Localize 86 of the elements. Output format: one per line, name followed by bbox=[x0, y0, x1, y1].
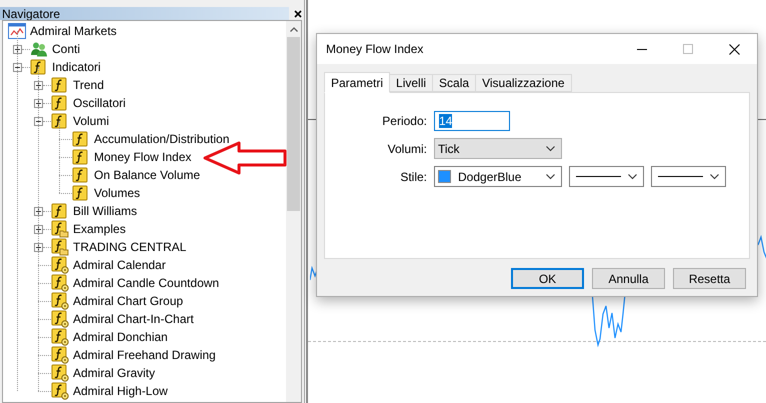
expander-toggle[interactable] bbox=[13, 62, 22, 72]
tree-item[interactable]: Admiral Candle Countdown bbox=[73, 275, 220, 291]
function-icon bbox=[72, 185, 88, 201]
tab[interactable]: Parametri bbox=[324, 72, 390, 93]
expander-toggle[interactable] bbox=[13, 44, 22, 54]
volume-dropdown[interactable]: Tick bbox=[434, 138, 562, 159]
tree-item[interactable]: Conti bbox=[52, 41, 80, 57]
close-icon bbox=[728, 44, 740, 54]
window-title: Money Flow Index bbox=[326, 41, 424, 58]
plus-icon bbox=[36, 226, 41, 232]
function-icon bbox=[51, 77, 67, 93]
plus-icon bbox=[15, 46, 20, 52]
function-icon bbox=[51, 95, 67, 111]
tree-item[interactable]: Admiral Calendar bbox=[73, 257, 166, 273]
tree-item[interactable]: Money Flow Index bbox=[94, 149, 192, 165]
function-icon bbox=[30, 59, 46, 75]
tree-item[interactable]: Examples bbox=[73, 221, 126, 237]
tree-item[interactable]: Accumulation/Distribution bbox=[94, 131, 230, 147]
tree-item[interactable]: TRADING CENTRAL bbox=[73, 239, 186, 255]
function-icon bbox=[51, 113, 67, 129]
tab[interactable]: Visualizzazione bbox=[475, 74, 572, 92]
people-icon bbox=[30, 41, 48, 57]
scrollbar-thumb[interactable] bbox=[287, 37, 300, 211]
plus-icon bbox=[36, 244, 41, 250]
tree-item[interactable]: Admiral Freehand Drawing bbox=[73, 347, 216, 363]
tree-item[interactable]: Admiral Gravity bbox=[73, 365, 156, 381]
tree-item[interactable]: Admiral Markets bbox=[30, 23, 117, 39]
tree-item[interactable]: Admiral Donchian bbox=[73, 329, 168, 345]
tree-item[interactable]: Admiral Chart Group bbox=[73, 293, 184, 309]
minimize-icon bbox=[637, 48, 647, 50]
line-style-dropdown[interactable] bbox=[651, 166, 726, 187]
scroll-up-icon[interactable] bbox=[290, 27, 298, 32]
tab[interactable]: Scala bbox=[432, 74, 476, 92]
tree-item[interactable]: Oscillatori bbox=[73, 95, 126, 111]
chevron-down-icon bbox=[628, 174, 637, 180]
plus-icon bbox=[36, 82, 41, 88]
chevron-down-icon bbox=[546, 146, 555, 152]
color-dropdown[interactable]: DodgerBlue bbox=[434, 166, 562, 187]
scrollbar[interactable] bbox=[286, 21, 301, 402]
chevron-down-icon bbox=[710, 174, 719, 180]
tab[interactable]: Livelli bbox=[389, 74, 434, 92]
chevron-down-icon bbox=[546, 174, 555, 180]
minus-icon bbox=[15, 64, 20, 70]
function-gear-icon bbox=[51, 364, 69, 382]
field-label: Periodo: bbox=[381, 112, 428, 130]
line-style-dropdown[interactable] bbox=[569, 166, 644, 187]
function-gear-icon bbox=[51, 292, 69, 310]
field-label: Volumi: bbox=[386, 140, 428, 158]
tree-item[interactable]: Bill Williams bbox=[73, 203, 137, 219]
function-icon bbox=[72, 167, 88, 183]
function-gear-icon bbox=[51, 274, 69, 292]
function-gear-icon bbox=[51, 346, 69, 364]
function-icon bbox=[72, 149, 88, 165]
tree-item[interactable]: Volumes bbox=[94, 185, 140, 201]
function-gear-icon bbox=[51, 382, 69, 400]
expander-toggle[interactable] bbox=[34, 206, 43, 216]
panel-header: Navigatore bbox=[0, 7, 289, 20]
period-field[interactable]: 14 bbox=[434, 110, 510, 130]
plus-icon bbox=[36, 208, 41, 214]
function-icon bbox=[72, 131, 88, 147]
minus-icon bbox=[36, 118, 41, 124]
tree-item[interactable]: Admiral Chart-In-Chart bbox=[73, 311, 194, 327]
close-icon[interactable] bbox=[294, 10, 302, 18]
expander-toggle[interactable] bbox=[34, 80, 43, 90]
plus-icon bbox=[36, 100, 41, 106]
expander-toggle[interactable] bbox=[34, 116, 43, 126]
function-gear-icon bbox=[51, 256, 69, 274]
expander-toggle[interactable] bbox=[34, 242, 43, 252]
field-label: Stile: bbox=[399, 168, 428, 186]
function-folder-icon bbox=[51, 220, 69, 238]
dialog-button[interactable]: Resetta bbox=[673, 268, 746, 289]
tree-item[interactable]: Volumi bbox=[73, 113, 110, 129]
maximize-icon bbox=[683, 44, 693, 54]
tree-item[interactable]: Indicatori bbox=[52, 59, 101, 75]
tree-item[interactable]: Trend bbox=[73, 77, 104, 93]
expander-toggle[interactable] bbox=[34, 98, 43, 108]
function-gear-icon bbox=[51, 310, 69, 328]
tree-item[interactable]: On Balance Volume bbox=[94, 167, 200, 183]
function-gear-icon bbox=[51, 328, 69, 346]
expander-toggle[interactable] bbox=[34, 224, 43, 234]
function-icon bbox=[51, 203, 67, 219]
tree-item[interactable]: Admiral High-Low bbox=[73, 383, 168, 399]
dialog-button[interactable]: OK bbox=[511, 268, 584, 289]
function-folder-icon bbox=[51, 238, 69, 256]
chart-window-icon bbox=[8, 23, 26, 39]
dialog-button[interactable]: Annulla bbox=[592, 268, 665, 289]
